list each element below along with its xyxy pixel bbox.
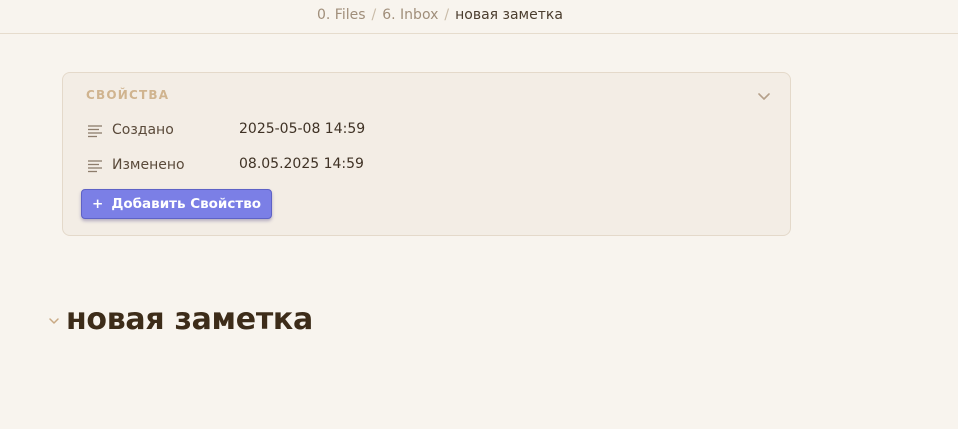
property-row-created: Создано 2025-05-08 14:59 bbox=[87, 120, 777, 142]
property-row-modified: Изменено 08.05.2025 14:59 bbox=[87, 155, 777, 177]
property-key[interactable]: Создано bbox=[112, 122, 174, 138]
property-key[interactable]: Изменено bbox=[112, 157, 185, 173]
property-value[interactable]: 2025-05-08 14:59 bbox=[239, 121, 365, 137]
add-property-label: Добавить Свойство bbox=[111, 196, 262, 212]
collapse-chevron-icon[interactable] bbox=[48, 315, 60, 327]
breadcrumb-item-inbox[interactable]: 6. Inbox bbox=[382, 7, 438, 23]
breadcrumb-item-files[interactable]: 0. Files bbox=[317, 7, 366, 23]
plus-icon: + bbox=[92, 196, 104, 212]
properties-panel: СВОЙСТВА Создано 2025-05-08 14:59 Измене… bbox=[62, 72, 791, 236]
properties-title[interactable]: СВОЙСТВА bbox=[86, 88, 169, 102]
breadcrumb-current[interactable]: новая заметка bbox=[455, 7, 563, 23]
text-lines-icon[interactable] bbox=[87, 159, 103, 173]
top-bar: 0. Files / 6. Inbox / новая заметка bbox=[0, 0, 958, 34]
breadcrumb: 0. Files / 6. Inbox / новая заметка bbox=[317, 7, 563, 23]
breadcrumb-separator: / bbox=[444, 7, 450, 23]
text-lines-icon[interactable] bbox=[87, 124, 103, 138]
breadcrumb-separator: / bbox=[371, 7, 377, 23]
add-property-button[interactable]: + Добавить Свойство bbox=[81, 189, 273, 219]
chevron-down-icon[interactable] bbox=[757, 89, 771, 103]
note-title[interactable]: новая заметка bbox=[66, 302, 313, 337]
property-value[interactable]: 08.05.2025 14:59 bbox=[239, 156, 364, 172]
